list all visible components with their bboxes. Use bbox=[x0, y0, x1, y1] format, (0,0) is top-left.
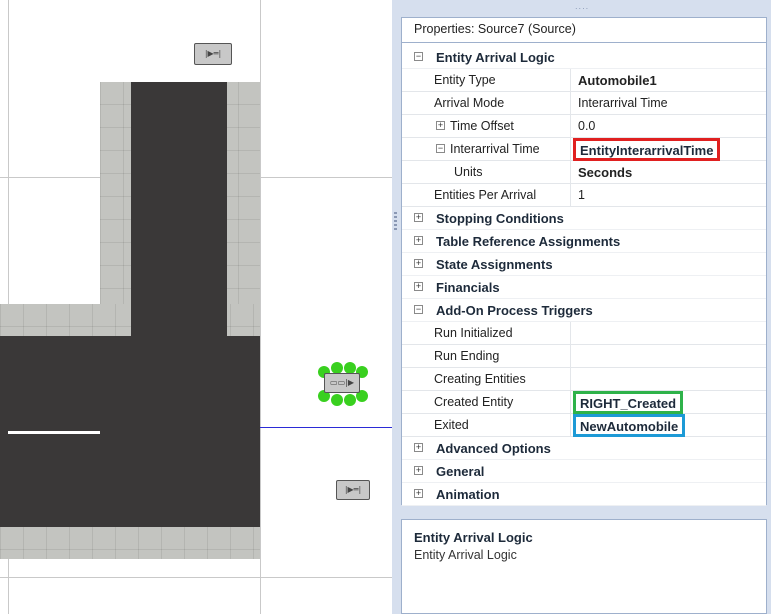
road-vertical bbox=[131, 82, 227, 336]
expand-icon[interactable]: + bbox=[414, 282, 423, 291]
property-value-highlighted[interactable]: RIGHT_Created bbox=[573, 391, 684, 414]
property-row-exited[interactable]: Exited NewAutomobile bbox=[402, 414, 766, 437]
property-row-entity-type[interactable]: Entity Type Automobile1 bbox=[402, 69, 766, 92]
source7-selected[interactable]: ▭▭|▶ bbox=[318, 362, 368, 406]
expand-icon[interactable]: + bbox=[414, 443, 423, 452]
selection-handle[interactable] bbox=[331, 394, 343, 406]
category-label: General bbox=[436, 464, 485, 479]
source-object-icon[interactable]: ▭▭|▶ bbox=[324, 373, 360, 393]
selection-handle[interactable] bbox=[344, 394, 356, 406]
description-pane: Entity Arrival Logic Entity Arrival Logi… bbox=[401, 519, 767, 614]
column-divider bbox=[570, 414, 571, 436]
category-table-reference-assignments[interactable]: + Table Reference Assignments bbox=[402, 230, 766, 253]
property-row-interarrival-time[interactable]: − Interarrival Time EntityInterarrivalTi… bbox=[402, 138, 766, 161]
panel-title: Properties: Source7 (Source) bbox=[401, 17, 767, 43]
property-row-units[interactable]: Units Seconds bbox=[402, 161, 766, 184]
category-label: Advanced Options bbox=[436, 441, 551, 456]
category-advanced-options[interactable]: + Advanced Options bbox=[402, 437, 766, 460]
property-value-highlighted[interactable]: NewAutomobile bbox=[573, 414, 686, 437]
property-name: Entities Per Arrival bbox=[434, 188, 537, 202]
property-value[interactable]: 0.0 bbox=[578, 119, 595, 133]
description-text: Entity Arrival Logic bbox=[414, 548, 517, 562]
property-value-highlighted[interactable]: EntityInterarrivalTime bbox=[573, 138, 721, 161]
property-grid: − Entity Arrival Logic Entity Type Autom… bbox=[401, 43, 767, 506]
category-label: Stopping Conditions bbox=[436, 211, 564, 226]
category-general[interactable]: + General bbox=[402, 460, 766, 483]
property-name: Creating Entities bbox=[434, 372, 526, 386]
property-name: Run Ending bbox=[434, 349, 500, 363]
property-name: Entity Type bbox=[434, 73, 496, 87]
collapse-icon[interactable]: − bbox=[414, 305, 423, 314]
property-value[interactable]: Automobile1 bbox=[578, 73, 657, 88]
sidewalk-bottom bbox=[0, 527, 260, 559]
expand-icon[interactable]: + bbox=[414, 213, 423, 222]
property-value[interactable]: Seconds bbox=[578, 165, 632, 180]
expand-icon[interactable]: + bbox=[414, 259, 423, 268]
property-row-run-initialized[interactable]: Run Initialized bbox=[402, 322, 766, 345]
property-value[interactable]: Interarrival Time bbox=[578, 96, 668, 110]
property-name: Run Initialized bbox=[434, 326, 513, 340]
property-name: Time Offset bbox=[450, 119, 514, 133]
panel-grip[interactable]: .... bbox=[575, 2, 589, 11]
expand-icon[interactable]: + bbox=[414, 466, 423, 475]
grid-line bbox=[260, 0, 261, 614]
node-icon[interactable]: |▶═| bbox=[336, 480, 370, 500]
property-name: Units bbox=[454, 165, 483, 179]
category-label: State Assignments bbox=[436, 257, 553, 272]
property-row-created-entity[interactable]: Created Entity RIGHT_Created bbox=[402, 391, 766, 414]
expand-icon[interactable]: + bbox=[436, 121, 445, 130]
category-financials[interactable]: + Financials bbox=[402, 276, 766, 299]
collapse-icon[interactable]: − bbox=[436, 144, 445, 153]
expand-icon[interactable]: + bbox=[414, 489, 423, 498]
category-stopping-conditions[interactable]: + Stopping Conditions bbox=[402, 207, 766, 230]
grid-line bbox=[0, 577, 392, 578]
category-label: Animation bbox=[436, 487, 500, 502]
expand-icon[interactable]: + bbox=[414, 236, 423, 245]
property-row-run-ending[interactable]: Run Ending bbox=[402, 345, 766, 368]
property-name: Arrival Mode bbox=[434, 96, 505, 110]
description-title: Entity Arrival Logic bbox=[414, 530, 533, 545]
property-row-creating-entities[interactable]: Creating Entities bbox=[402, 368, 766, 391]
category-label: Table Reference Assignments bbox=[436, 234, 621, 249]
column-divider bbox=[570, 92, 571, 114]
column-divider bbox=[570, 368, 571, 390]
property-row-entities-per-arrival[interactable]: Entities Per Arrival 1 bbox=[402, 184, 766, 207]
node-icon[interactable]: |▶═| bbox=[194, 43, 232, 65]
facility-canvas[interactable]: |▶═| ▭▭|▶ |▶═| bbox=[0, 0, 392, 614]
column-divider bbox=[570, 184, 571, 206]
category-label: Financials bbox=[436, 280, 500, 295]
property-value[interactable]: 1 bbox=[578, 188, 585, 202]
column-divider bbox=[570, 138, 571, 160]
path-line[interactable] bbox=[260, 427, 392, 428]
category-state-assignments[interactable]: + State Assignments bbox=[402, 253, 766, 276]
column-divider bbox=[570, 161, 571, 183]
collapse-icon[interactable]: − bbox=[414, 52, 423, 61]
property-name: Interarrival Time bbox=[450, 142, 540, 156]
splitter-handle[interactable] bbox=[394, 210, 397, 230]
property-row-time-offset[interactable]: + Time Offset 0.0 bbox=[402, 115, 766, 138]
property-row-arrival-mode[interactable]: Arrival Mode Interarrival Time bbox=[402, 92, 766, 115]
column-divider bbox=[570, 69, 571, 91]
lane-stripe bbox=[8, 431, 100, 434]
category-animation[interactable]: + Animation bbox=[402, 483, 766, 506]
property-name: Created Entity bbox=[434, 395, 514, 409]
column-divider bbox=[570, 345, 571, 367]
column-divider bbox=[570, 391, 571, 413]
category-label: Add-On Process Triggers bbox=[436, 303, 593, 318]
category-label: Entity Arrival Logic bbox=[436, 50, 555, 65]
column-divider bbox=[570, 115, 571, 137]
category-add-on-process-triggers[interactable]: − Add-On Process Triggers bbox=[402, 299, 766, 322]
column-divider bbox=[570, 322, 571, 344]
category-entity-arrival-logic[interactable]: − Entity Arrival Logic bbox=[402, 46, 766, 69]
property-name: Exited bbox=[434, 418, 469, 432]
